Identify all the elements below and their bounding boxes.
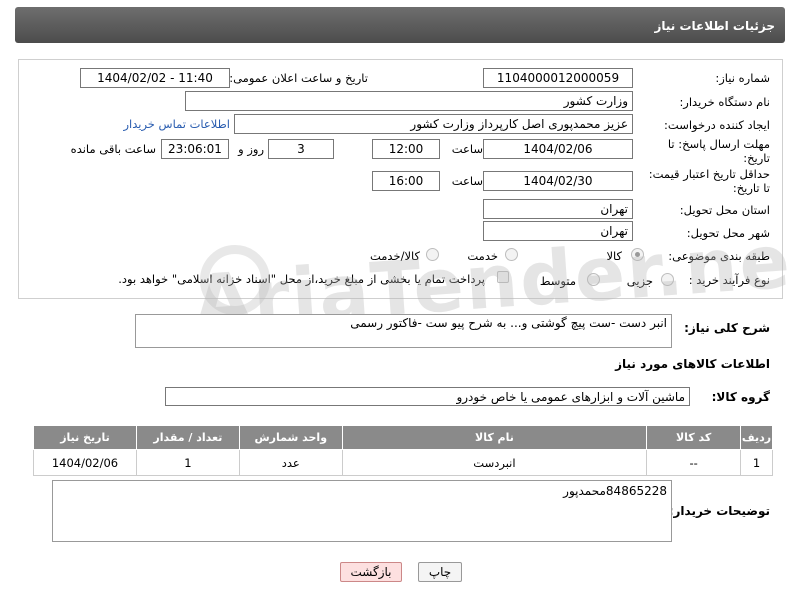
requester-field: عزیز محمدپوری اصل کارپرداز وزارت کشور — [234, 114, 633, 134]
summary-textarea: انبر دست -ست پیچ گوشتی و... به شرح پیو س… — [135, 314, 672, 348]
city-field: تهران — [483, 221, 633, 241]
need-number-label: شماره نیاز: — [715, 71, 770, 85]
goods-group-label: گروه کالا: — [711, 390, 770, 404]
province-field: تهران — [483, 199, 633, 219]
validity-time-field: 16:00 — [372, 171, 440, 191]
process-label: نوع فرآیند خرید : — [688, 273, 770, 287]
process-radio-minor[interactable] — [661, 273, 674, 286]
col-header-quantity: تعداد / مقدار — [135, 425, 240, 450]
treasury-payment-checkbox[interactable] — [497, 271, 509, 283]
category-option-goods-service: کالا/خدمت — [369, 249, 420, 263]
col-header-goods-code: کد کالا — [646, 425, 742, 450]
goods-table-header: ردیف کد کالا نام کالا واحد شمارش تعداد /… — [33, 425, 773, 450]
cell-row-number: 1 — [740, 449, 773, 476]
buyer-notes-label: توضیحات خریدار: — [668, 504, 770, 518]
remaining-label: ساعت باقی مانده — [70, 142, 156, 156]
table-row: 1 -- انبردست عدد 1 1404/02/06 — [33, 449, 773, 476]
requester-label: ایجاد کننده درخواست: — [664, 118, 770, 132]
col-header-need-date: تاریخ نیاز — [33, 425, 137, 450]
deadline-time-field: 12:00 — [372, 139, 440, 159]
print-button[interactable]: چاپ — [418, 562, 462, 582]
page-title: جزئیات اطلاعات نیاز — [654, 19, 775, 33]
category-radio-goods[interactable] — [631, 248, 644, 261]
contact-buyer-link[interactable]: اطلاعات تماس خریدار — [123, 117, 230, 131]
need-number-field: 1104000012000059 — [483, 68, 633, 88]
category-option-service: خدمت — [467, 249, 498, 263]
process-radio-medium[interactable] — [587, 273, 600, 286]
cell-unit: عدد — [238, 449, 343, 476]
buyer-notes-textarea: 84865228محمدپور — [52, 480, 672, 542]
cell-goods-name: انبردست — [341, 449, 648, 476]
goods-section-title: اطلاعات کالاهای مورد نیاز — [615, 357, 770, 371]
goods-group-field: ماشین آلات و ابزارهای عمومی یا خاص خودرو — [165, 387, 690, 406]
deadline-time-label: ساعت — [451, 142, 483, 156]
announce-field: 1404/02/02 - 11:40 — [80, 68, 230, 88]
col-header-row-number: ردیف — [740, 425, 773, 450]
back-button[interactable]: بازگشت — [340, 562, 402, 582]
cell-goods-code: -- — [646, 449, 742, 476]
buyer-org-field: وزارت کشور — [185, 91, 633, 111]
deadline-label-line1: مهلت ارسال پاسخ: تا — [667, 137, 770, 151]
goods-table: ردیف کد کالا نام کالا واحد شمارش تعداد /… — [33, 425, 773, 476]
days-label: روز و — [238, 142, 264, 156]
col-header-unit: واحد شمارش — [238, 425, 343, 450]
process-option-minor: جزیی — [626, 274, 653, 288]
days-field: 3 — [268, 139, 334, 159]
province-label: استان محل تحویل: — [679, 203, 770, 217]
validity-label-line2: تا تاریخ: — [732, 181, 770, 195]
cell-quantity: 1 — [135, 449, 240, 476]
validity-date-field: 1404/02/30 — [483, 171, 633, 191]
treasury-payment-note: پرداخت تمام یا بخشی از مبلغ خرید،از محل … — [118, 272, 485, 286]
validity-time-label: ساعت — [451, 174, 483, 188]
deadline-date-field: 1404/02/06 — [483, 139, 633, 159]
summary-label: شرح کلی نیاز: — [684, 321, 770, 335]
page-header: جزئیات اطلاعات نیاز — [15, 7, 785, 43]
cell-need-date: 1404/02/06 — [33, 449, 137, 476]
validity-label-line1: حداقل تاریخ اعتبار قیمت: — [648, 167, 770, 181]
category-option-goods: کالا — [606, 249, 622, 263]
process-option-medium: متوسط — [539, 274, 576, 288]
buyer-org-label: نام دستگاه خریدار: — [679, 95, 770, 109]
col-header-goods-name: نام کالا — [341, 425, 648, 450]
remaining-time-field: 23:06:01 — [161, 139, 229, 159]
city-label: شهر محل تحویل: — [686, 226, 770, 240]
announce-label: تاریخ و ساعت اعلان عمومی: — [229, 71, 368, 85]
category-radio-goods-service[interactable] — [426, 248, 439, 261]
deadline-label-line2: تاریخ: — [743, 151, 770, 165]
category-radio-service[interactable] — [505, 248, 518, 261]
category-label: طبقه بندی موضوعی: — [668, 249, 770, 263]
